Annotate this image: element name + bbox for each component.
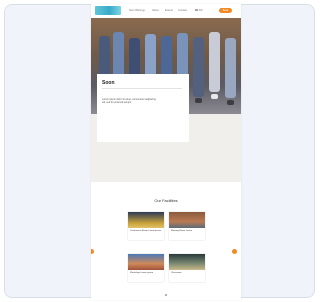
facility-image [169,254,205,270]
book-button[interactable]: Book [219,8,232,13]
hero-card: Soon Lorem ipsum dolor sit amet, consect… [97,74,189,142]
nav-link-offerings[interactable]: Nos Offerings [129,8,145,13]
hero-card-text: Lorem ipsum dolor sit amet, consectetur … [102,98,156,105]
facility-card[interactable]: Meeting Room Lorem [169,212,205,240]
facility-card[interactable]: Workshop Lorem ipsum [128,254,164,282]
hero-card-title: Soon [102,80,115,86]
facility-card[interactable]: Conference Room Lorem ipsum [128,212,164,240]
facilities-section: Our Facilities Conference Room Lorem ips… [91,182,241,300]
facility-image [128,212,164,228]
carousel-dot[interactable] [165,294,167,296]
webpage: Nos Offerings About Events Contact FR Bo… [91,4,241,300]
nav-link-contact[interactable]: Contact [178,8,187,13]
facility-label: Workshop Lorem ipsum [130,272,154,274]
language-selector[interactable]: FR [199,8,202,13]
facility-label: Conference Room Lorem ipsum [130,230,162,232]
hero-section: Soon Lorem ipsum dolor sit amet, consect… [91,18,241,182]
facility-image [169,212,205,228]
nav-link-events[interactable]: Events [165,8,173,13]
nav-link-about[interactable]: About [152,8,159,13]
facility-label: Meeting Room Lorem [171,230,193,232]
flag-icon [195,9,198,11]
facility-label: Classroom [171,272,182,274]
divider [102,88,182,89]
site-logo[interactable] [95,6,121,15]
facility-image [128,254,164,270]
top-navbar: Nos Offerings About Events Contact FR Bo… [91,4,241,18]
facilities-title: Our Facilities [154,198,178,203]
facility-card[interactable]: Classroom [169,254,205,282]
carousel-prev-button[interactable] [91,249,94,254]
carousel-next-button[interactable] [232,249,237,254]
